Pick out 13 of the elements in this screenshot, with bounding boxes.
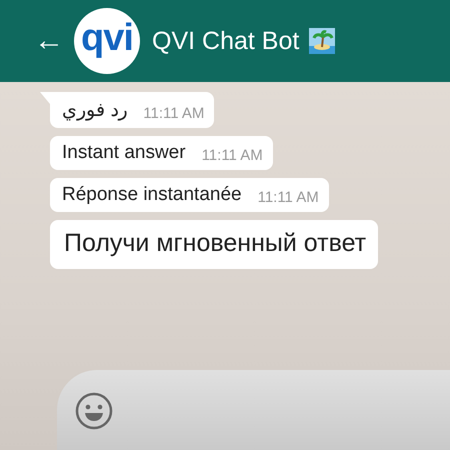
message-text: رد فوري [62, 99, 128, 122]
chat-title: QVI Chat Bot [152, 26, 300, 56]
message-text: Réponse instantanée [62, 184, 242, 206]
message-time: 11:11 AM [143, 105, 204, 122]
message-text: Получи мгновенный ответ [64, 229, 366, 258]
message-time: 11:11 AM [258, 189, 319, 206]
message-text: Instant answer [62, 142, 186, 164]
message-time: 11:11 AM [202, 147, 263, 164]
back-button[interactable]: ← [34, 26, 64, 56]
message-input-field[interactable] [57, 370, 450, 450]
island-icon [309, 28, 336, 54]
emoji-icon[interactable] [75, 392, 113, 430]
bot-avatar-logo: qvi [74, 8, 140, 74]
